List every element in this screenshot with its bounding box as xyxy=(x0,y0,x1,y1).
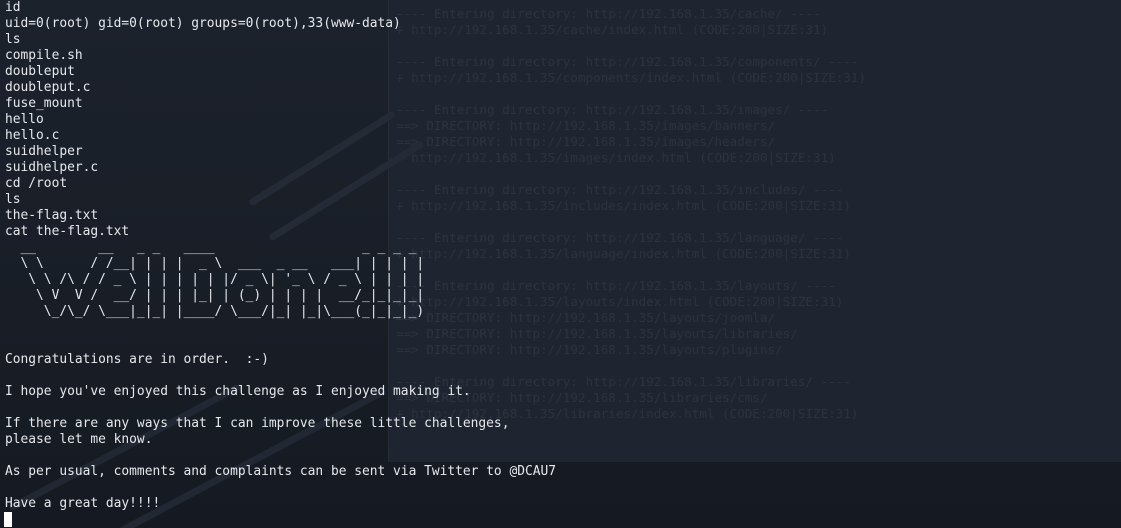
terminal-line: suidhelper xyxy=(5,144,83,159)
terminal-line: \_/\_/ \___|_|_| |____/ \___/|_| |_|\___… xyxy=(5,304,425,319)
terminal-line: __ __ _ _ ____ _ _ _ _ xyxy=(5,240,425,255)
terminal-output: id uid=0(root) gid=0(root) groups=0(root)… xyxy=(5,0,556,512)
terminal-line: fuse_mount xyxy=(5,96,83,111)
terminal-line: hello.c xyxy=(5,128,60,143)
terminal-line: I hope you've enjoyed this challenge as … xyxy=(5,384,471,399)
terminal-window[interactable]: ---- Entering directory: http://192.168.… xyxy=(0,0,1121,528)
terminal-line: \ \ / /__| | | | _ \ ___ _ __ ___| | | |… xyxy=(5,256,425,271)
terminal-line: \ V V / __/ | | | |_| | (_) | | | | __/_… xyxy=(5,288,425,303)
terminal-line: the-flag.txt xyxy=(5,208,99,223)
terminal-line: ls xyxy=(5,192,21,207)
terminal-line: \ \ /\ / / _ \ | | | | | |/ _ \| '_ \ / … xyxy=(5,272,425,287)
terminal-line: doubleput.c xyxy=(5,80,91,95)
terminal-line: compile.sh xyxy=(5,48,83,63)
terminal-line: please let me know. xyxy=(5,432,153,447)
terminal-line: As per usual, comments and complaints ca… xyxy=(5,464,557,479)
block-cursor-icon[interactable] xyxy=(4,512,12,527)
terminal-line: suidhelper.c xyxy=(5,160,99,175)
terminal-line: Congratulations are in order. :-) xyxy=(5,352,269,367)
terminal-line: If there are any ways that I can improve… xyxy=(5,416,510,431)
terminal-line: uid=0(root) gid=0(root) groups=0(root),3… xyxy=(5,16,401,31)
terminal-line: Have a great day!!!! xyxy=(5,496,161,511)
terminal-line: hello xyxy=(5,112,44,127)
terminal-line: doubleput xyxy=(5,64,75,79)
terminal-line: cat the-flag.txt xyxy=(5,224,130,239)
terminal-line: cd /root xyxy=(5,176,68,191)
terminal-line: id xyxy=(5,0,21,15)
terminal-line: ls xyxy=(5,32,21,47)
